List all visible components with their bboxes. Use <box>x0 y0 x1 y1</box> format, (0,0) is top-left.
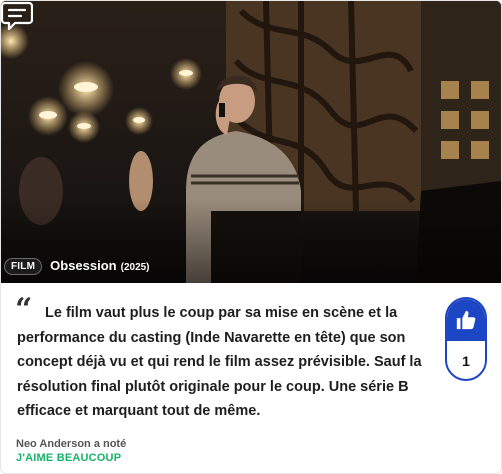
review-footer: Neo Anderson a noté J'AIME BEAUCOUP <box>16 438 126 464</box>
review-body: “ Le film vaut plus le coup par sa mise … <box>1 283 501 424</box>
movie-year: (2025) <box>120 262 150 273</box>
review-card: FILM Obsession (2025) “ Le film vaut plus… <box>0 0 502 474</box>
movie-caption: FILM Obsession (2025) <box>4 257 150 275</box>
movie-scene-image <box>1 1 501 283</box>
movie-still[interactable]: FILM Obsession (2025) <box>1 1 501 283</box>
thumbs-up-icon <box>456 310 476 330</box>
rating-label: J'AIME BEAUCOUP <box>16 452 122 464</box>
quote-icon: “ <box>15 292 33 327</box>
movie-title-link[interactable]: Obsession (2025) <box>50 257 149 275</box>
author-line[interactable]: Neo Anderson a noté <box>16 438 126 450</box>
like-button[interactable] <box>447 299 485 341</box>
movie-title: Obsession <box>50 258 117 273</box>
like-widget[interactable]: 1 <box>445 297 487 381</box>
category-badge: FILM <box>4 257 43 275</box>
comment-icon[interactable] <box>1 1 33 31</box>
review-text: Le film vaut plus le coup par sa mise en… <box>17 305 422 419</box>
like-count: 1 <box>462 353 470 369</box>
